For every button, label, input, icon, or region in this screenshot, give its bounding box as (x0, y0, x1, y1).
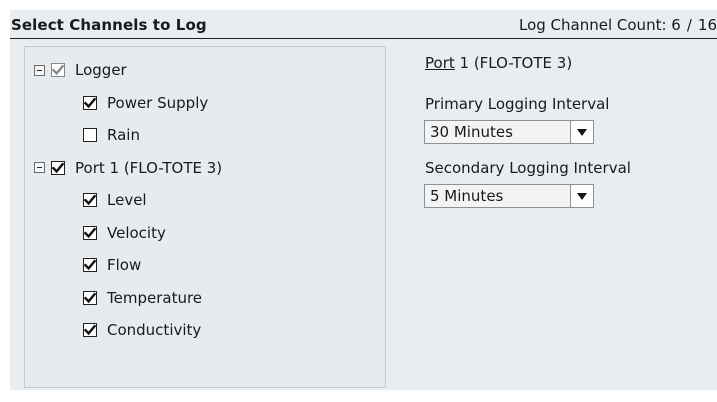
count-max: 16 (697, 16, 717, 34)
channel-log-panel: Select Channels to Log Log Channel Count… (10, 10, 717, 390)
secondary-interval-value: 5 Minutes (430, 187, 504, 205)
collapse-minus-icon[interactable] (34, 64, 45, 76)
tree-channel-label: Velocity (107, 223, 166, 242)
log-channel-count: Log Channel Count: 6 / 16 (519, 16, 717, 34)
count-separator: / (686, 16, 692, 34)
panel-title: Select Channels to Log (11, 16, 207, 34)
secondary-interval-label: Secondary Logging Interval (425, 159, 631, 177)
checkbox-checked-icon[interactable] (83, 225, 97, 240)
checkbox-unchecked-icon[interactable] (83, 128, 97, 142)
tree-channel-row[interactable]: Rain (83, 124, 140, 146)
checkbox-checked-icon[interactable] (51, 160, 65, 175)
channel-tree[interactable]: Logger Power Supply Rain Port 1 (FLO-TOTE 3… (24, 46, 386, 388)
checkbox-checked-icon[interactable] (83, 95, 97, 110)
collapse-minus-icon[interactable] (34, 162, 45, 173)
primary-interval-value: 30 Minutes (430, 123, 513, 141)
tree-channel-label: Power Supply (107, 93, 209, 112)
tree-channel-label: Temperature (107, 288, 203, 307)
checkbox-checked-icon[interactable] (83, 290, 97, 305)
detail-title: Port 1 (FLO-TOTE 3) (425, 54, 572, 72)
checkbox-checked-icon[interactable] (83, 323, 97, 337)
tree-channel-label: Flow (107, 256, 142, 274)
count-label: Log Channel Count: (519, 16, 667, 34)
tree-group-label: Port 1 (FLO-TOTE 3) (75, 158, 223, 177)
tree-channel-row[interactable]: Flow (83, 254, 141, 276)
tree-channel-row[interactable]: Temperature (83, 287, 202, 309)
tree-channel-label: Conductivity (107, 321, 202, 339)
primary-interval-select[interactable]: 30 Minutes (424, 120, 594, 144)
dropdown-arrow-icon[interactable] (570, 185, 593, 207)
checkbox-checked-icon[interactable] (51, 63, 65, 77)
tree-channel-row[interactable]: Power Supply (83, 92, 208, 114)
panel-header: Select Channels to Log Log Channel Count… (10, 16, 717, 39)
tree-group-label: Logger (75, 61, 127, 79)
secondary-interval-select[interactable]: 5 Minutes (424, 184, 594, 208)
detail-title-rest: 1 (FLO-TOTE 3) (454, 54, 573, 72)
tree-channel-row[interactable]: Conductivity (83, 319, 201, 341)
tree-channel-row[interactable]: Level (83, 189, 147, 211)
tree-group-row[interactable]: Logger (34, 59, 127, 81)
checkbox-checked-icon[interactable] (83, 193, 97, 207)
dropdown-arrow-icon[interactable] (570, 121, 593, 143)
checkbox-checked-icon[interactable] (83, 258, 97, 272)
tree-channel-label: Level (107, 191, 147, 209)
count-value: 6 (671, 16, 681, 34)
detail-title-port: Port (425, 54, 455, 72)
tree-group-row[interactable]: Port 1 (FLO-TOTE 3) (34, 157, 222, 179)
primary-interval-label: Primary Logging Interval (425, 95, 610, 113)
tree-channel-label: Rain (107, 126, 140, 144)
tree-channel-row[interactable]: Velocity (83, 222, 166, 244)
